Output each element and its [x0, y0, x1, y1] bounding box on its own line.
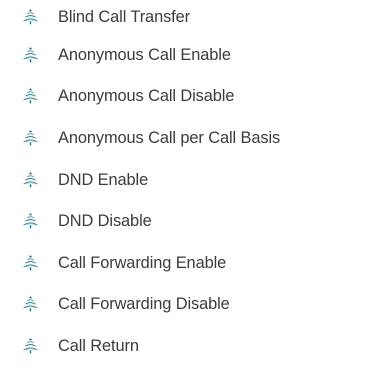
list-item-label: DND Disable: [58, 212, 152, 231]
tree-bullet-icon: [22, 9, 39, 25]
tree-bullet-icon: [22, 46, 39, 63]
list-item-label: Call Forwarding Disable: [58, 295, 230, 314]
list-item: Anonymous Call Enable: [0, 34, 376, 76]
tree-bullet-icon: [22, 171, 39, 187]
tree-bullet-icon: [22, 338, 39, 354]
list-item: Anonymous Call per Call Basis: [0, 117, 376, 159]
list-item-label: Call Forwarding Enable: [58, 253, 227, 272]
list-item: Call Return: [0, 325, 376, 367]
list-item: Anonymous Call Disable: [0, 76, 376, 118]
list-item-label: Anonymous Call Disable: [58, 87, 235, 106]
list-item: Blind Call Transfer: [0, 0, 376, 34]
list-item: Call Forwarding Enable: [0, 242, 376, 284]
list-item-label: Anonymous Call per Call Basis: [58, 128, 281, 147]
list-item-label: DND Enable: [58, 170, 149, 189]
tree-bullet-icon: [22, 296, 39, 312]
tree-bullet-icon: [22, 88, 39, 104]
list-item: Call Forwarding Disable: [0, 284, 376, 326]
tree-bullet-icon: [22, 254, 39, 271]
feature-list: Blind Call Transfer Anonymous Call Enabl…: [0, 0, 376, 367]
tree-bullet-icon: [22, 130, 39, 146]
list-item-label: Anonymous Call Enable: [58, 45, 231, 64]
list-item-label: Blind Call Transfer: [58, 8, 191, 26]
list-item-label: Call Return: [58, 336, 139, 355]
list-item: DND Enable: [0, 159, 376, 201]
list-item: DND Disable: [0, 200, 376, 242]
tree-bullet-icon: [22, 213, 39, 229]
